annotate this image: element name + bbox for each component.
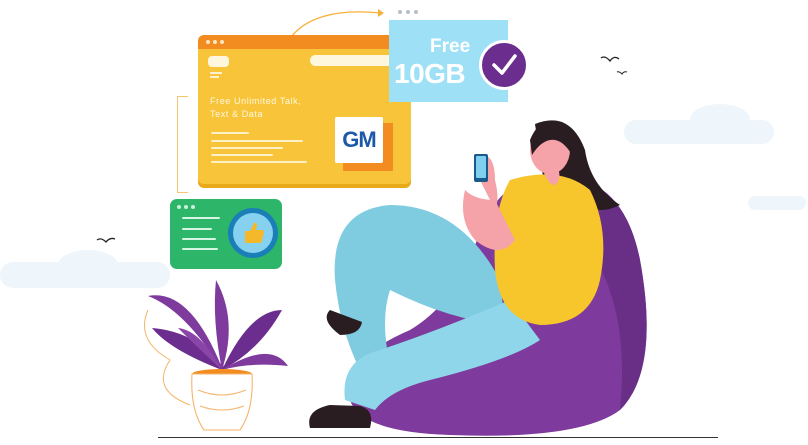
cloud-right-small	[748, 196, 806, 210]
text-placeholder-line	[182, 217, 220, 219]
cloud-right-puff	[690, 104, 750, 136]
text-placeholder-line	[182, 228, 212, 230]
thumbs-up-icon	[233, 213, 273, 253]
text-placeholder-line	[182, 238, 216, 240]
browser-tab	[208, 56, 229, 67]
text-placeholder-line	[211, 161, 307, 163]
window-dot	[220, 40, 224, 44]
bracket-line	[177, 96, 188, 193]
bird-icon	[96, 237, 116, 243]
cloud-left-puff	[58, 250, 118, 280]
badge-dot	[398, 10, 402, 14]
woman-on-beanbag	[309, 120, 647, 436]
window-dot	[213, 40, 217, 44]
window-dot	[177, 205, 181, 209]
text-placeholder-line	[211, 154, 273, 156]
text-placeholder-line	[211, 140, 303, 142]
text-placeholder-line	[211, 147, 283, 149]
window-dot	[206, 40, 210, 44]
check-icon	[479, 40, 529, 90]
badge-amount-text: 10GB	[394, 58, 466, 89]
ground-line	[158, 437, 718, 438]
text-placeholder-line	[211, 132, 249, 134]
bird-icon	[600, 56, 620, 63]
window-dot	[184, 205, 188, 209]
potted-plant	[144, 280, 288, 431]
badge-dot	[406, 10, 410, 14]
window-dot	[191, 205, 195, 209]
menu-icon	[210, 72, 222, 74]
menu-icon-line	[210, 76, 219, 78]
badge-free-text: Free	[430, 36, 471, 57]
browser-title-bar	[198, 35, 411, 49]
bird-icon	[616, 71, 628, 75]
text-placeholder-line	[182, 248, 218, 250]
badge-dot	[414, 10, 418, 14]
